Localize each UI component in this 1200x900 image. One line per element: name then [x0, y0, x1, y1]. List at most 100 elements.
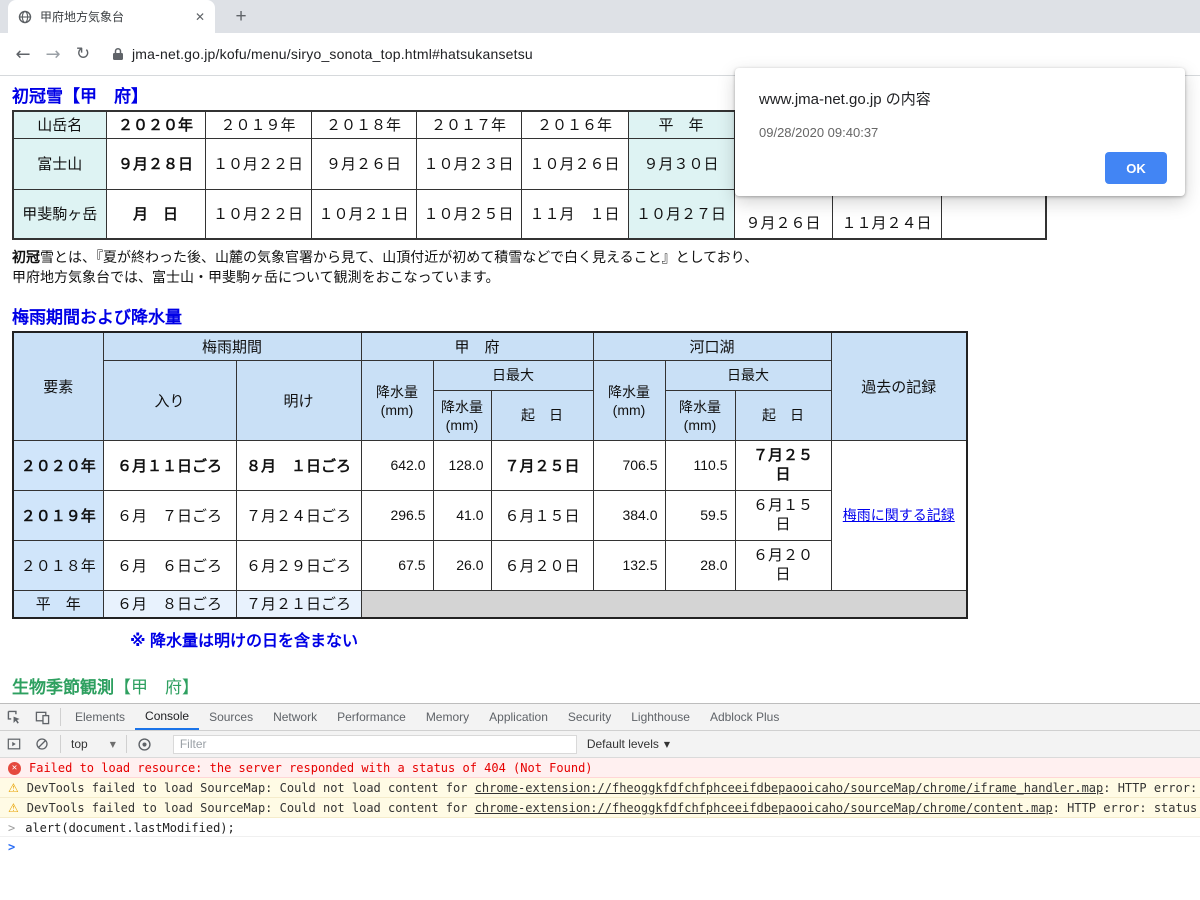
warning-text: DevTools failed to load SourceMap: Could… — [27, 781, 1200, 795]
tab-memory[interactable]: Memory — [416, 704, 479, 730]
warning-suffix: : HTTP error: status code 404, net:: — [1053, 801, 1200, 815]
chevron-down-icon: ▼ — [664, 740, 670, 749]
tab-lighthouse[interactable]: Lighthouse — [621, 704, 700, 730]
bio-title-bold: 生物季節観測 — [12, 678, 114, 697]
cell: ７月２１日ごろ — [236, 590, 361, 618]
cell: １０月２７日 — [628, 189, 734, 239]
cell: １０月２１日 — [311, 189, 416, 239]
console-toolbar: top ▼ Default levels ▼ — [0, 731, 1200, 758]
record-cell: 梅雨に関する記録 — [831, 440, 967, 590]
col-header: ２０１８年 — [311, 111, 416, 138]
warning-suffix: : HTTP error: status code 404, — [1103, 781, 1200, 795]
console-prompt[interactable] — [0, 837, 1200, 856]
cell: ６月 ６日ごろ — [103, 540, 236, 590]
tab-security[interactable]: Security — [558, 704, 621, 730]
bio-title-rest: 【甲 府】 — [114, 678, 199, 697]
tab-adblock-plus[interactable]: Adblock Plus — [700, 704, 789, 730]
cell: ７月２５日 — [491, 440, 593, 490]
divider — [60, 708, 61, 726]
padlock-icon[interactable] — [112, 47, 124, 61]
rain-footnote: ※ 降水量は明けの日を含まない — [130, 627, 1200, 651]
log-levels-value: Default levels — [587, 737, 659, 751]
reload-icon[interactable]: ↻ — [68, 44, 98, 64]
cell: ６月 ７日ごろ — [103, 490, 236, 540]
error-text: Failed to load resource: the server resp… — [29, 761, 593, 775]
tab-performance[interactable]: Performance — [327, 704, 416, 730]
col-header-kofu: 甲 府 — [361, 332, 593, 360]
table-row-2018: ２０１８年 ６月 ６日ごろ ６月２９日ごろ 67.5 26.0 ６月２０日 13… — [13, 540, 967, 590]
rain-section-title: 梅雨期間および降水量 — [12, 303, 1200, 328]
tab-sources[interactable]: Sources — [199, 704, 263, 730]
forward-icon[interactable]: → — [38, 44, 68, 65]
tab-network[interactable]: Network — [263, 704, 327, 730]
cell: 706.5 — [593, 440, 665, 490]
cell: ６月２０日 — [491, 540, 593, 590]
col-header: ２０２０年 — [106, 111, 205, 138]
divider — [126, 735, 127, 753]
globe-favicon-icon — [18, 10, 32, 24]
cell: ９月２６日 — [734, 189, 832, 239]
tab-application[interactable]: Application — [479, 704, 558, 730]
devtools-panel: Elements Console Sources Network Perform… — [0, 703, 1200, 900]
col-header-period: 梅雨期間 — [103, 332, 361, 360]
cell-text: ７月２５日 — [751, 446, 815, 484]
cell: １０月２２日 — [205, 189, 311, 239]
mountain-name: 富士山 — [13, 138, 106, 189]
tab-elements[interactable]: Elements — [65, 704, 135, 730]
cell: 384.0 — [593, 490, 665, 540]
warning-icon — [8, 781, 19, 795]
tab-console[interactable]: Console — [135, 704, 199, 730]
log-levels-dropdown[interactable]: Default levels ▼ — [587, 737, 670, 751]
tab-title: 甲府地方気象台 — [40, 8, 193, 25]
device-toolbar-icon[interactable] — [28, 704, 56, 730]
inspect-cursor-icon[interactable] — [0, 704, 28, 730]
divider — [60, 735, 61, 753]
empty-gray-cell — [361, 590, 967, 618]
address-bar[interactable]: jma-net.go.jp/kofu/menu/siryo_sonota_top… — [132, 46, 533, 62]
col-header-element: 要素 — [13, 332, 103, 440]
col-header-precip: 降水量(mm) — [433, 390, 491, 440]
clear-console-icon[interactable] — [28, 731, 56, 757]
warning-icon — [8, 801, 19, 815]
cell-text: ６月１５日 — [751, 496, 815, 534]
dialog-message: 09/28/2020 09:40:37 — [735, 109, 1185, 140]
cell: １０月２６日 — [521, 138, 628, 189]
mountain-name: 甲斐駒ヶ岳 — [13, 189, 106, 239]
rainy-record-link[interactable]: 梅雨に関する記録 — [843, 507, 955, 523]
year-label: 平 年 — [13, 590, 103, 618]
console-sidebar-icon[interactable] — [0, 731, 28, 757]
cell: 132.5 — [593, 540, 665, 590]
cell: 月 日 — [106, 189, 205, 239]
cell: 296.5 — [361, 490, 433, 540]
dialog-ok-button[interactable]: OK — [1105, 152, 1167, 184]
console-warning-row: DevTools failed to load SourceMap: Could… — [0, 778, 1200, 798]
command-text: alert(document.lastModified); — [25, 821, 235, 835]
tab-strip: 甲府地方気象台 ✕ + — [0, 0, 1200, 33]
back-icon[interactable]: ← — [8, 44, 38, 65]
live-expression-eye-icon[interactable] — [131, 731, 159, 757]
cell: 41.0 — [433, 490, 491, 540]
console-filter-input[interactable] — [173, 735, 577, 754]
console-error-row: Failed to load resource: the server resp… — [0, 758, 1200, 778]
context-selector-value: top — [71, 737, 88, 751]
cell: ６月 ８日ごろ — [103, 590, 236, 618]
context-selector[interactable]: top ▼ — [71, 737, 116, 751]
col-header-day: 起 日 — [735, 390, 831, 440]
cell: １０月２３日 — [416, 138, 521, 189]
sourcemap-link[interactable]: chrome-extension://fheoggkfdfchfphceeifd… — [475, 801, 1053, 815]
cell: 28.0 — [665, 540, 735, 590]
col-header-day: 起 日 — [491, 390, 593, 440]
browser-tab[interactable]: 甲府地方気象台 ✕ — [8, 0, 215, 33]
warning-text: DevTools failed to load SourceMap: Could… — [27, 801, 1200, 815]
sourcemap-link[interactable]: chrome-extension://fheoggkfdfchfphceeifd… — [475, 781, 1104, 795]
cell: ９月２６日 — [311, 138, 416, 189]
new-tab-button[interactable]: + — [228, 4, 254, 30]
tab-close-icon[interactable]: ✕ — [193, 10, 207, 24]
snow-description: 初冠雪とは、『夏が終わった後、山麓の気象官署から見て、山頂付近が初めて積雪などで… — [12, 247, 1200, 287]
snow-description-line1: 雪とは、『夏が終わった後、山麓の気象官署から見て、山頂付近が初めて積雪などで白く… — [40, 249, 758, 265]
cell: ６月２０日 — [735, 540, 831, 590]
col-header-precip: 降水量(mm) — [593, 360, 665, 440]
col-header-start: 入り — [103, 360, 236, 440]
rainy-season-table: 要素 梅雨期間 甲 府 河口湖 過去の記録 入り 明け 降水量(mm) 日最大 … — [12, 331, 968, 619]
col-header-kawaguchiko: 河口湖 — [593, 332, 831, 360]
